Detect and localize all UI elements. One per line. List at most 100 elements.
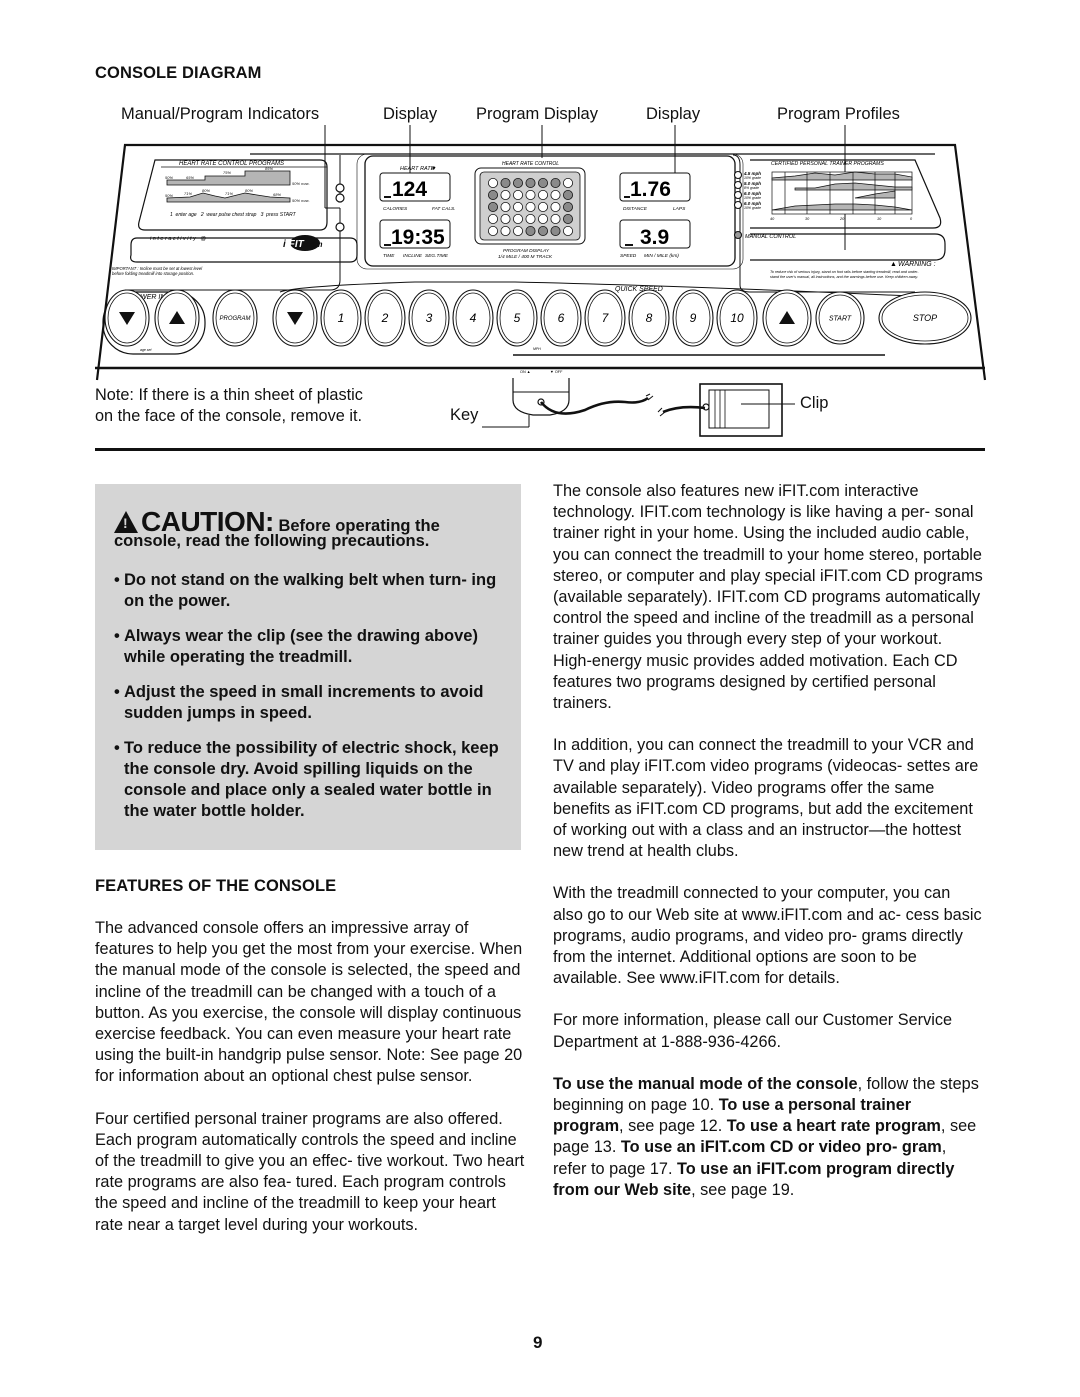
matrix-dot <box>487 178 498 189</box>
paragraph: The advanced console offers an impressiv… <box>95 919 523 1086</box>
text-run: , see page 12. <box>619 1117 727 1136</box>
quick-speed-button-1[interactable]: 1 <box>320 289 362 347</box>
quick-speed-button-3-label: 3 <box>426 311 433 325</box>
caution-item: • Adjust the speed in small increments to… <box>114 683 484 722</box>
matrix-dot <box>562 178 573 189</box>
matrix-dot <box>512 178 523 189</box>
program-button[interactable]: PROGRAM <box>212 289 258 347</box>
quick-speed-button-3[interactable]: 3 <box>408 289 450 347</box>
matrix-dot <box>512 214 523 225</box>
paragraph: For more information, please call our Cu… <box>553 1011 953 1051</box>
lcd-label-time: TIME <box>383 253 395 259</box>
quick-speed-button-9[interactable]: 9 <box>672 289 714 347</box>
section-divider <box>95 448 985 451</box>
matrix-dot <box>537 214 548 225</box>
matrix-dot <box>525 202 536 213</box>
matrix-dot <box>562 226 573 237</box>
caution-list: • Do not stand on the walking belt when t… <box>114 570 514 836</box>
matrix-dot <box>562 214 573 225</box>
ifit-logo: i FIT.com <box>283 239 322 250</box>
callout-manual-program-indicators: Manual/Program Indicators <box>121 105 320 123</box>
caution-item: • To reduce the possibility of electric s… <box>114 739 499 820</box>
heart-rate-label: HEART RATE <box>400 166 435 172</box>
warning-text: To reduce risk of serious injury, stand … <box>770 270 919 274</box>
quick-speed-button-2[interactable]: 2 <box>364 289 406 347</box>
lcd-time: 19:35 <box>391 226 445 249</box>
bold-phrase: To use the manual mode of the console <box>553 1074 858 1093</box>
matrix-label-track: 1/4 MILE / 400 M TRACK <box>498 254 553 260</box>
program-button-label: PROGRAM <box>219 316 250 322</box>
warning-icon: ▲ <box>890 261 897 268</box>
lcd-label-fat-cals: FAT CALS. <box>432 206 456 212</box>
mph-label: MPH <box>533 347 541 351</box>
warning-text-2: stand the user's manual, all instruction… <box>770 275 918 279</box>
quick-speed-button-10[interactable]: 10 <box>716 289 758 347</box>
lcd-label-incline: INCLINE <box>403 253 423 259</box>
quick-speed-button-5-label: 5 <box>514 311 521 325</box>
matrix-dot <box>487 226 498 237</box>
lcd-label-distance: DISTANCE <box>623 206 648 212</box>
matrix-label-program-display: PROGRAM DISPLAY <box>503 248 550 254</box>
quick-speed-button-4[interactable]: 4 <box>452 289 494 347</box>
quick-speed-button-4-label: 4 <box>470 311 477 325</box>
speed-down-button[interactable] <box>272 289 318 347</box>
matrix-dot <box>512 226 523 237</box>
hr1-label: 85% <box>265 166 273 171</box>
quick-speed-button-6-label: 6 <box>558 311 565 325</box>
start-button-label: START <box>829 315 852 322</box>
matrix-dot <box>487 190 498 201</box>
hr2-label: 50% <box>165 193 173 198</box>
matrix-dot <box>537 202 548 213</box>
age-set-label: age set <box>140 348 153 352</box>
quick-speed-button-5[interactable]: 5 <box>496 289 538 347</box>
plastic-note-line: Note: If there is a thin sheet of plasti… <box>95 386 363 404</box>
matrix-dot <box>512 190 523 201</box>
matrix-dot <box>550 214 561 225</box>
trainer-axis-tick: 40 <box>770 217 775 221</box>
hr-steps: 1 enter age 2 wear pulse chest strap 3 p… <box>170 212 297 218</box>
lcd-label-min-mile: MIN / MILE (km) <box>644 253 679 259</box>
lcd-label-seg-time: SEG.TIME <box>425 253 449 259</box>
trainer-grade: 10% grade <box>744 206 761 210</box>
text-run: , see page 19. <box>691 1180 795 1199</box>
start-button[interactable]: START <box>815 291 865 345</box>
callout-key: Key <box>450 406 479 424</box>
caution-item: • Always wear the clip (see the drawing a… <box>114 627 478 666</box>
interactivity-text: i n t e r a c t i v i t y @ <box>150 236 206 242</box>
quick-speed-button-8[interactable]: 8 <box>628 289 670 347</box>
caution-lead-2: console, read the following precautions. <box>114 532 430 550</box>
caution-box: CAUTION: Before operating the console, r… <box>95 484 521 850</box>
speed-up-button[interactable] <box>762 289 812 347</box>
matrix-title: HEART RATE CONTROL <box>502 161 559 167</box>
matrix-dot <box>525 178 536 189</box>
hr2-label: 80% <box>202 188 210 193</box>
matrix-dot <box>512 202 523 213</box>
matrix-dot <box>487 202 498 213</box>
trainer-axis-tick: 0 <box>910 217 913 221</box>
stop-button[interactable]: STOP <box>878 291 972 345</box>
hr1-label: 50% max. <box>292 181 310 186</box>
paragraph: In addition, you can connect the treadmi… <box>553 736 979 861</box>
hr2-label: 50% max. <box>292 198 310 203</box>
matrix-dot <box>500 226 511 237</box>
warning-icon <box>114 511 138 533</box>
quick-speed-button-6[interactable]: 6 <box>540 289 582 347</box>
matrix-dot <box>500 190 511 201</box>
quick-speed-button-7[interactable]: 7 <box>584 289 626 347</box>
matrix-dot <box>550 226 561 237</box>
matrix-dot <box>500 202 511 213</box>
paragraph: Four certified personal trainer programs… <box>95 1109 525 1234</box>
callout-clip: Clip <box>800 394 829 412</box>
matrix-dot <box>537 226 548 237</box>
trainer-axis-tick: 20 <box>839 217 845 221</box>
important-note-2: before folding treadmill into storage po… <box>112 271 194 276</box>
incline-down-button[interactable] <box>104 289 150 347</box>
hr2-label: 71% <box>225 191 233 196</box>
incline-up-button[interactable] <box>154 289 200 347</box>
hr1-label: 65% <box>186 175 194 180</box>
page-number: 9 <box>533 1333 543 1352</box>
stop-button-label: STOP <box>913 313 937 323</box>
console-diagram-heading: CONSOLE DIAGRAM <box>95 64 262 82</box>
matrix-dot <box>500 214 511 225</box>
callout-program-profiles: Program Profiles <box>777 105 900 123</box>
